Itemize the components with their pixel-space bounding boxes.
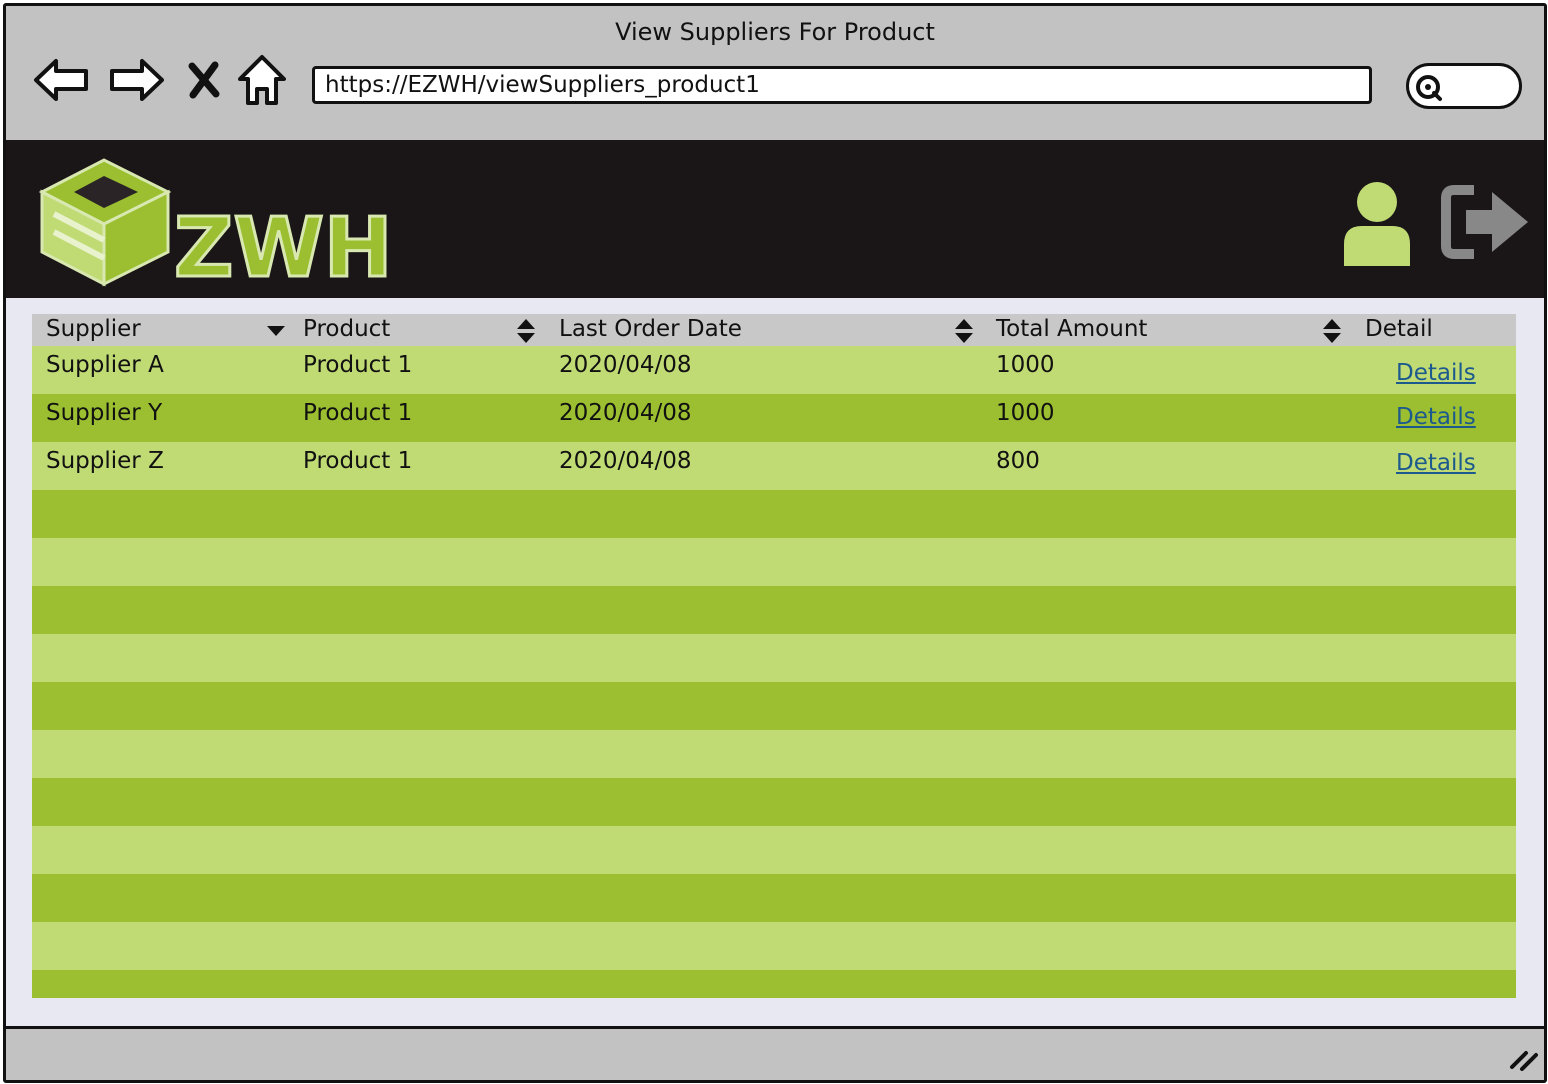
cell-total-amount: 1000 [996, 352, 1055, 378]
empty-table-row [32, 922, 1516, 970]
forward-arrow-icon[interactable] [106, 50, 166, 110]
table-header: Supplier Product Last Order Date Total A… [32, 314, 1516, 346]
cell-total-amount: 1000 [996, 400, 1055, 426]
search-icon[interactable] [1415, 74, 1443, 106]
details-link[interactable]: Details [1396, 404, 1476, 430]
cell-product: Product 1 [303, 352, 413, 378]
sort-both-icon[interactable] [954, 318, 974, 348]
empty-table-row [32, 634, 1516, 682]
main-content: Supplier Product Last Order Date Total A… [6, 298, 1544, 1026]
user-icon[interactable] [1340, 180, 1414, 270]
cell-last-order-date: 2020/04/08 [559, 400, 692, 426]
cell-supplier: Supplier A [46, 352, 164, 378]
logout-icon[interactable] [1440, 184, 1530, 264]
column-header-last-order-date[interactable]: Last Order Date [559, 314, 742, 344]
cell-product: Product 1 [303, 448, 413, 474]
resize-handle-icon[interactable] [1508, 1047, 1538, 1075]
browser-window: View Suppliers For Product https://EZWH/… [3, 3, 1547, 1083]
empty-table-row [32, 538, 1516, 586]
sort-descending-icon[interactable] [266, 322, 286, 342]
column-header-total-amount[interactable]: Total Amount [996, 314, 1147, 344]
status-bar [6, 1026, 1544, 1080]
cell-last-order-date: 2020/04/08 [559, 448, 692, 474]
cell-product: Product 1 [303, 400, 413, 426]
ezwh-logo: ZWH [34, 152, 414, 298]
empty-table-row [32, 874, 1516, 922]
column-header-detail: Detail [1365, 316, 1433, 342]
home-icon[interactable] [232, 50, 292, 110]
window-title: View Suppliers For Product [615, 18, 935, 46]
empty-table-row [32, 970, 1516, 998]
cell-last-order-date: 2020/04/08 [559, 352, 692, 378]
empty-table-row [32, 778, 1516, 826]
column-header-supplier[interactable]: Supplier [46, 314, 141, 344]
url-input[interactable]: https://EZWH/viewSuppliers_product1 [312, 66, 1372, 104]
close-icon[interactable] [174, 50, 234, 110]
suppliers-table: Supplier Product Last Order Date Total A… [32, 314, 1516, 998]
details-link[interactable]: Details [1396, 450, 1476, 476]
empty-table-row [32, 586, 1516, 634]
empty-table-row [32, 730, 1516, 778]
table-body: Supplier A Product 1 2020/04/08 1000 Details… [32, 346, 1516, 998]
empty-table-row [32, 490, 1516, 538]
column-header-product[interactable]: Product [303, 314, 390, 344]
empty-table-row [32, 826, 1516, 874]
cell-total-amount: 800 [996, 448, 1040, 474]
search-field[interactable] [1406, 63, 1522, 109]
logo-text: ZWH [174, 201, 393, 292]
back-arrow-icon[interactable] [32, 50, 92, 110]
sort-both-icon[interactable] [1322, 318, 1342, 348]
details-link[interactable]: Details [1396, 360, 1476, 386]
table-row: Supplier Z Product 1 2020/04/08 800 Details [32, 442, 1516, 490]
sort-both-icon[interactable] [516, 318, 536, 348]
cell-supplier: Supplier Y [46, 400, 163, 426]
cell-supplier: Supplier Z [46, 448, 164, 474]
app-header: ZWH [6, 140, 1544, 298]
empty-table-row [32, 682, 1516, 730]
table-row: Supplier A Product 1 2020/04/08 1000 Details [32, 346, 1516, 394]
table-row: Supplier Y Product 1 2020/04/08 1000 Details [32, 394, 1516, 442]
